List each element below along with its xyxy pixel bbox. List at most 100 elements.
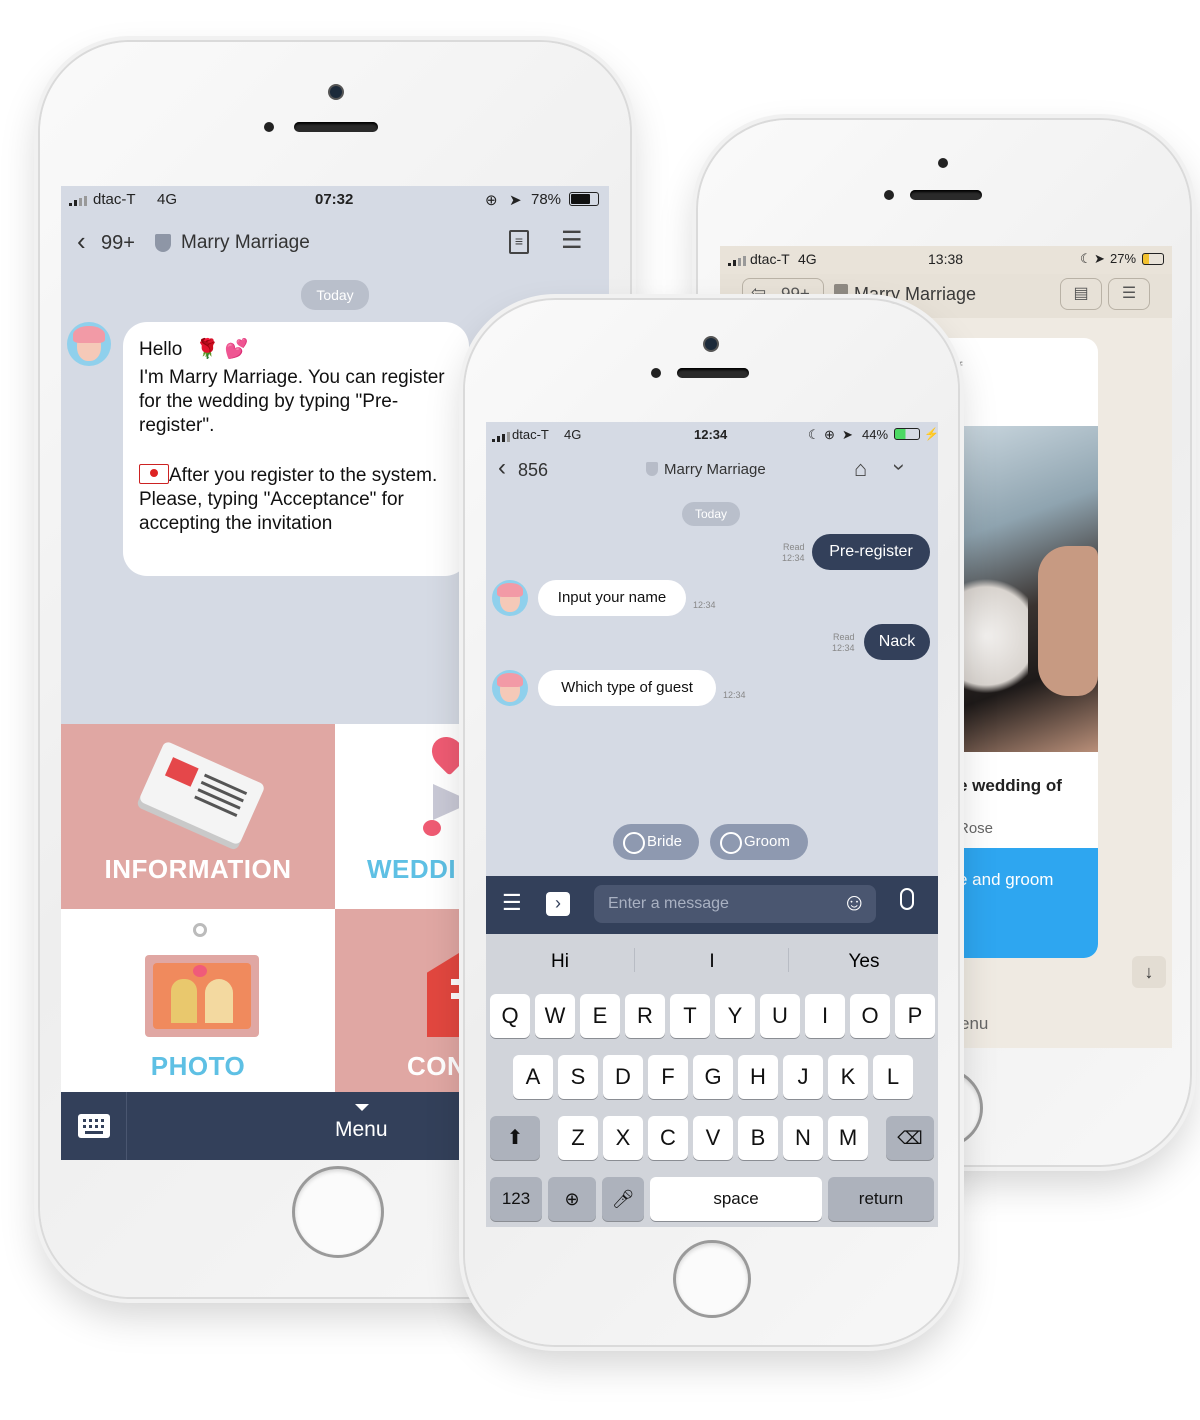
carrier: dtac-T xyxy=(93,191,136,208)
key-y[interactable]: Y xyxy=(715,994,755,1038)
globe-icon: ⊕ xyxy=(564,1189,580,1209)
microphone-icon[interactable] xyxy=(900,888,914,910)
message-time: 12:34 xyxy=(693,600,716,610)
hamburger-icon[interactable]: ☰ xyxy=(561,226,583,255)
quick-reply-bride[interactable]: Bride xyxy=(613,824,699,860)
home-icon[interactable]: ⌂ xyxy=(854,456,867,482)
key-l[interactable]: L xyxy=(873,1055,913,1099)
rich-menu-photo[interactable]: PHOTO xyxy=(61,909,335,1092)
list-icon[interactable]: ☰ xyxy=(502,890,522,916)
earpiece-speaker xyxy=(294,122,378,132)
card-header-fragment: f xyxy=(958,360,963,377)
battery-percent: 27% xyxy=(1110,251,1137,266)
front-camera xyxy=(330,86,342,98)
key-n[interactable]: N xyxy=(783,1116,823,1160)
key-b[interactable]: B xyxy=(738,1116,778,1160)
key-k[interactable]: K xyxy=(828,1055,868,1099)
envelope-icon xyxy=(139,464,169,484)
menu-fragment: enu xyxy=(960,1014,989,1033)
emoji-icon[interactable]: ☺ xyxy=(842,889,867,917)
key-p[interactable]: P xyxy=(895,994,935,1038)
rich-menu-information[interactable]: INFORMATION xyxy=(61,724,335,909)
key-u[interactable]: U xyxy=(760,994,800,1038)
key-a[interactable]: A xyxy=(513,1055,553,1099)
key-e[interactable]: E xyxy=(580,994,620,1038)
date-chip: Today xyxy=(301,280,369,310)
greeting-text: Hello xyxy=(139,339,183,360)
input-placeholder: Enter a message xyxy=(608,895,729,912)
key-r[interactable]: R xyxy=(625,994,665,1038)
card-action-label: e and groom xyxy=(958,870,1054,889)
menu-button[interactable]: ☰ xyxy=(1108,278,1150,310)
clock: 13:38 xyxy=(928,251,964,267)
back-chevron-icon[interactable]: ‹ xyxy=(498,454,506,482)
return-key[interactable]: return xyxy=(828,1177,934,1221)
globe-key[interactable]: ⊕ xyxy=(548,1177,596,1221)
backspace-key[interactable]: ⌫ xyxy=(886,1116,934,1160)
notes-button[interactable]: ▤ xyxy=(1060,278,1102,310)
key-s[interactable]: S xyxy=(558,1055,598,1099)
quick-reply-groom[interactable]: Groom xyxy=(710,824,808,860)
card-action-button[interactable]: e and groom xyxy=(958,848,1098,958)
home-button[interactable] xyxy=(673,1240,751,1318)
key-g[interactable]: G xyxy=(693,1055,733,1099)
key-d[interactable]: D xyxy=(603,1055,643,1099)
suggestion[interactable]: Hi xyxy=(486,951,634,973)
clock: 12:34 xyxy=(694,427,728,442)
bot-avatar[interactable] xyxy=(492,580,528,616)
chat-title: Marry Marriage xyxy=(181,232,310,253)
network: 4G xyxy=(564,427,582,442)
key-q[interactable]: Q xyxy=(490,994,530,1038)
microphone-icon: 🎤︎ xyxy=(611,1189,635,1209)
message-time: 12:34 xyxy=(832,643,855,653)
onscreen-keyboard: Hi I Yes QWERTYUIOP ASDFGHJKL ZXCVBNM ⬆ … xyxy=(486,934,938,1227)
battery-icon xyxy=(894,428,920,440)
received-message-bubble: Which type of guest xyxy=(538,670,716,706)
space-key[interactable]: space xyxy=(650,1177,822,1221)
key-z[interactable]: Z xyxy=(558,1116,598,1160)
key-v[interactable]: V xyxy=(693,1116,733,1160)
key-j[interactable]: J xyxy=(783,1055,823,1099)
location-icon: ➤ xyxy=(842,427,853,442)
suggestion[interactable]: Yes xyxy=(790,951,938,973)
bot-avatar[interactable] xyxy=(492,670,528,706)
divider xyxy=(788,948,789,972)
dictation-key[interactable]: 🎤︎ xyxy=(602,1177,644,1221)
key-c[interactable]: C xyxy=(648,1116,688,1160)
message-input[interactable]: Enter a message ☺ xyxy=(594,885,876,923)
read-receipt: Read 12:34 xyxy=(832,632,855,654)
unread-count[interactable]: 856 xyxy=(518,460,548,481)
numbers-key[interactable]: 123 xyxy=(490,1177,542,1221)
front-camera xyxy=(884,190,894,200)
keyboard-toggle[interactable] xyxy=(61,1092,127,1160)
notes-icon[interactable]: ≡ xyxy=(509,230,529,254)
key-f[interactable]: F xyxy=(648,1055,688,1099)
clock: 07:32 xyxy=(315,191,354,208)
chevron-down-icon[interactable]: › xyxy=(887,463,913,470)
key-i[interactable]: I xyxy=(805,994,845,1038)
bot-avatar[interactable] xyxy=(67,322,111,366)
home-button[interactable] xyxy=(292,1166,384,1258)
expand-icon[interactable]: › xyxy=(546,892,570,916)
key-x[interactable]: X xyxy=(603,1116,643,1160)
back-chevron-icon[interactable]: ‹ xyxy=(77,226,86,257)
status-bar: dtac-T 4G 13:38 ☾ ➤ 27% xyxy=(720,246,1172,274)
key-w[interactable]: W xyxy=(535,994,575,1038)
shield-icon xyxy=(155,234,171,252)
lace-dress xyxy=(958,566,1028,706)
photo-frame-icon xyxy=(145,955,259,1037)
key-t[interactable]: T xyxy=(670,994,710,1038)
sent-message-bubble: Nack xyxy=(864,624,930,660)
location-icon: ➤ xyxy=(509,192,522,209)
unread-count[interactable]: 99+ xyxy=(101,232,135,255)
scroll-down-button[interactable]: ↓ xyxy=(1132,956,1166,988)
key-o[interactable]: O xyxy=(850,994,890,1038)
suggestion[interactable]: I xyxy=(636,951,788,973)
key-m[interactable]: M xyxy=(828,1116,868,1160)
tile-label: PHOTO xyxy=(150,1051,246,1081)
shift-key[interactable]: ⬆ xyxy=(490,1116,540,1160)
battery-icon xyxy=(569,192,599,206)
caret-down-icon xyxy=(355,1104,369,1111)
pin-icon xyxy=(193,923,207,937)
key-h[interactable]: H xyxy=(738,1055,778,1099)
